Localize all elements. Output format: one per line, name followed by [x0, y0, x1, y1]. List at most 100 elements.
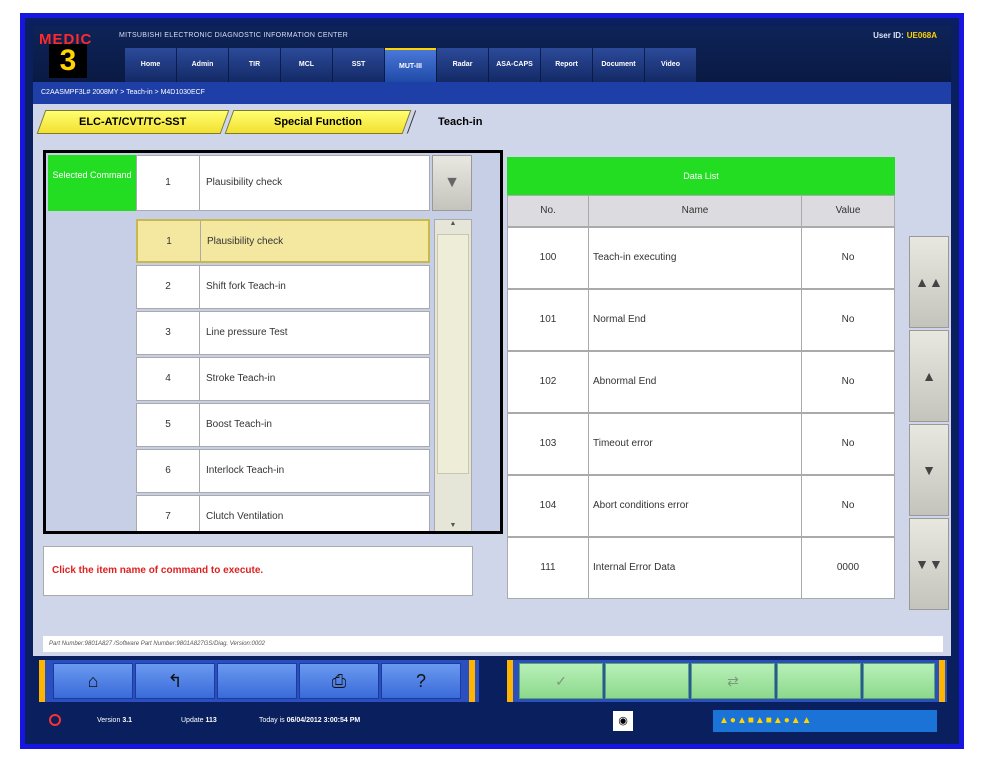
command-item[interactable]: 6 Interlock Teach-in — [136, 449, 430, 493]
toolbar-edge — [507, 660, 513, 702]
row-value: No — [801, 413, 895, 475]
command-item-name: Stroke Teach-in — [206, 373, 276, 384]
version-info: Version 3.1 — [97, 706, 132, 736]
command-list-scrollbar[interactable]: ▲ ▼ — [434, 219, 472, 531]
home-icon[interactable]: ⌂ — [53, 663, 133, 699]
tab-video[interactable]: Video — [645, 48, 696, 82]
back-icon[interactable]: ↰ — [135, 663, 215, 699]
row-name: Timeout error — [588, 413, 802, 475]
user-id-label: User ID: — [873, 31, 904, 40]
print-icon[interactable]: ⎙ — [299, 663, 379, 699]
table-row: 102 Abnormal End No — [507, 351, 895, 413]
toolbar-edge — [39, 660, 45, 702]
user-id: User ID: UE068A — [873, 31, 937, 40]
app-title: MITSUBISHI ELECTRONIC DIAGNOSTIC INFORMA… — [119, 32, 349, 39]
instruction-message: Click the item name of command to execut… — [43, 546, 473, 596]
system-tray-icons: ▲●▲■▲■▲●▲▲ — [713, 710, 937, 732]
selected-command-num: 1 — [137, 156, 200, 210]
row-name: Abort conditions error — [588, 475, 802, 537]
subtab-teach-in[interactable]: Teach-in — [406, 110, 514, 134]
down-icon[interactable]: ▼ — [909, 424, 949, 516]
data-list-title: Data List — [507, 157, 895, 195]
table-row: 111 Internal Error Data 0000 — [507, 537, 895, 599]
command-item-name: Clutch Ventilation — [206, 511, 284, 522]
tab-radar[interactable]: Radar — [437, 48, 488, 82]
swap-icon[interactable]: ⇄ — [691, 663, 775, 699]
toolbar-edge — [469, 660, 475, 702]
table-row: 104 Abort conditions error No — [507, 475, 895, 537]
toolbar-edge — [939, 660, 945, 702]
today-label: Today is — [259, 717, 285, 724]
row-name: Abnormal End — [588, 351, 802, 413]
row-no: 101 — [507, 289, 589, 351]
scrollbar-thumb[interactable] — [437, 234, 469, 474]
tab-home[interactable]: Home — [125, 48, 176, 82]
tab-report[interactable]: Report — [541, 48, 592, 82]
command-item-num: 6 — [137, 450, 200, 492]
subtab-special-function-label: Special Function — [273, 116, 362, 128]
row-no: 100 — [507, 227, 589, 289]
part-number-info: Part Number:9801A827 /Software Part Numb… — [43, 636, 943, 652]
column-header-no: No. — [507, 195, 589, 227]
command-item-name: Shift fork Teach-in — [206, 281, 286, 292]
row-value: No — [801, 351, 895, 413]
window-frame: MEDIC 3 MITSUBISHI ELECTRONIC DIAGNOSTIC… — [20, 13, 964, 749]
command-item-name: Plausibility check — [207, 236, 284, 247]
command-item-num: 1 — [138, 221, 201, 261]
check-icon[interactable]: ✓ — [519, 663, 603, 699]
power-icon[interactable] — [49, 714, 61, 726]
table-row: 100 Teach-in executing No — [507, 227, 895, 289]
tab-admin[interactable]: Admin — [177, 48, 228, 82]
update-info: Update 113 — [181, 706, 217, 736]
table-row: 103 Timeout error No — [507, 413, 895, 475]
tab-document[interactable]: Document — [593, 48, 644, 82]
tab-sst[interactable]: SST — [333, 48, 384, 82]
command-item-name: Line pressure Test — [206, 327, 288, 338]
tab-tir[interactable]: TIR — [229, 48, 280, 82]
command-item[interactable]: 3 Line pressure Test — [136, 311, 430, 355]
row-value: No — [801, 289, 895, 351]
function-button[interactable] — [605, 663, 689, 699]
row-name: Normal End — [588, 289, 802, 351]
column-header-value: Value — [801, 195, 895, 227]
row-no: 104 — [507, 475, 589, 537]
update-value: 113 — [205, 717, 217, 724]
logo-number: 3 — [49, 44, 87, 78]
date-info: Today is 06/04/2012 3:00:54 PM — [259, 706, 360, 736]
command-item-num: 7 — [137, 496, 200, 531]
tab-asa-caps[interactable]: ASA-CAPS — [489, 48, 540, 82]
today-value: 06/04/2012 3:00:54 PM — [286, 717, 361, 724]
double-up-icon[interactable]: ▲▲ — [909, 236, 949, 328]
command-item[interactable]: 4 Stroke Teach-in — [136, 357, 430, 401]
command-item-num: 5 — [137, 404, 200, 446]
function-button[interactable] — [777, 663, 861, 699]
row-value: No — [801, 475, 895, 537]
command-item[interactable]: 2 Shift fork Teach-in — [136, 265, 430, 309]
double-down-icon[interactable]: ▼▼ — [909, 518, 949, 610]
scroll-up-icon[interactable]: ▲ — [435, 220, 471, 232]
command-item[interactable]: 5 Boost Teach-in — [136, 403, 430, 447]
command-item-num: 3 — [137, 312, 200, 354]
tab-mcl[interactable]: MCL — [281, 48, 332, 82]
update-label: Update — [181, 717, 204, 724]
command-item-name: Boost Teach-in — [206, 419, 272, 430]
row-value: No — [801, 227, 895, 289]
bottom-toolbar: ⌂ ↰ ⎙ ? ✓ ⇄ — [33, 656, 951, 706]
selected-command[interactable]: 1 Plausibility check — [136, 155, 430, 211]
subtab-special-function[interactable]: Special Function — [224, 110, 412, 134]
up-icon[interactable]: ▲ — [909, 330, 949, 422]
row-name: Internal Error Data — [588, 537, 802, 599]
tab-mut-iii[interactable]: MUT-III — [385, 48, 436, 82]
camera-icon[interactable]: ◉ — [613, 711, 633, 731]
command-item[interactable]: 1 Plausibility check — [136, 219, 430, 263]
row-value: 0000 — [801, 537, 895, 599]
subtab-elc-at[interactable]: ELC-AT/CVT/TC-SST — [36, 110, 230, 134]
command-item[interactable]: 7 Clutch Ventilation — [136, 495, 430, 531]
chevron-down-icon[interactable]: ▼ — [432, 155, 472, 211]
row-name: Teach-in executing — [588, 227, 802, 289]
scroll-down-icon[interactable]: ▼ — [435, 522, 471, 531]
blank-button[interactable] — [217, 663, 297, 699]
function-button[interactable] — [863, 663, 935, 699]
help-button[interactable]: ? — [381, 663, 461, 699]
column-header-name: Name — [588, 195, 802, 227]
